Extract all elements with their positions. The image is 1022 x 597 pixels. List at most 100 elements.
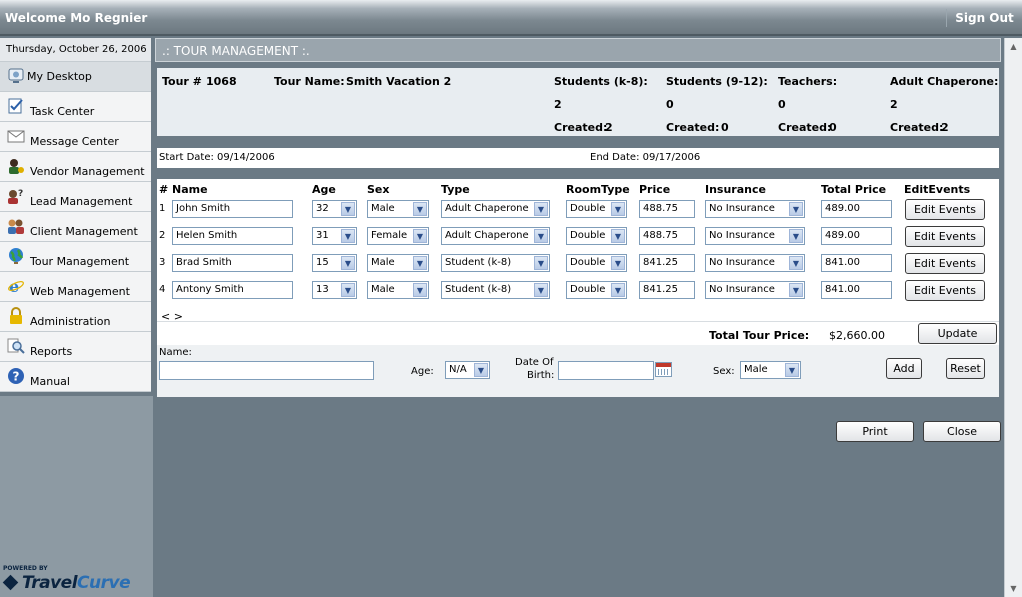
type-select[interactable]: Adult Chaperone ▼ xyxy=(441,200,550,218)
col-header-total-price: Total Price xyxy=(821,183,887,196)
calendar-icon[interactable] xyxy=(655,362,672,377)
clients-icon xyxy=(8,219,24,234)
chevron-down-icon[interactable]: ▼ xyxy=(413,229,427,243)
group-count-912: 0 xyxy=(666,98,674,111)
insurance-select[interactable]: No Insurance ▼ xyxy=(705,200,805,218)
new-name-input[interactable] xyxy=(159,361,374,380)
total-bar: Total Tour Price: $2,660.00 Update xyxy=(157,321,999,345)
edit-events-button[interactable]: Edit Events xyxy=(905,199,985,220)
sidebar-item-administration[interactable]: Administration xyxy=(0,302,151,332)
edit-events-button[interactable]: Edit Events xyxy=(905,280,985,301)
sex-select[interactable]: Male ▼ xyxy=(367,200,429,218)
chevron-down-icon[interactable]: ▼ xyxy=(341,256,355,270)
sidebar-item-my-desktop[interactable]: My Desktop xyxy=(0,62,151,92)
edit-events-button[interactable]: Edit Events xyxy=(905,253,985,274)
chevron-down-icon[interactable]: ▼ xyxy=(534,202,548,216)
type-select[interactable]: Student (k-8) ▼ xyxy=(441,254,550,272)
dob-input[interactable] xyxy=(558,361,654,380)
scroll-down-icon[interactable]: ▼ xyxy=(1007,582,1020,595)
chevron-down-icon[interactable]: ▼ xyxy=(611,229,625,243)
chevron-down-icon[interactable]: ▼ xyxy=(534,256,548,270)
sidebar-item-vendor-management[interactable]: Vendor Management xyxy=(0,152,151,182)
chevron-down-icon[interactable]: ▼ xyxy=(341,229,355,243)
chevron-down-icon[interactable]: ▼ xyxy=(474,363,488,377)
sex-select[interactable]: Male ▼ xyxy=(367,281,429,299)
name-input[interactable]: Antony Smith xyxy=(172,281,293,299)
sex-select[interactable]: Female ▼ xyxy=(367,227,429,245)
total-price-input[interactable]: 841.00 xyxy=(821,254,892,272)
age-select[interactable]: 15 ▼ xyxy=(312,254,357,272)
chevron-down-icon[interactable]: ▼ xyxy=(413,283,427,297)
insurance-value: No Insurance xyxy=(709,203,775,214)
sign-out-link[interactable]: Sign Out xyxy=(946,9,1022,27)
age-select[interactable]: 13 ▼ xyxy=(312,281,357,299)
sidebar-item-web-management[interactable]: e Web Management xyxy=(0,272,151,302)
sidebar-item-client-management[interactable]: Client Management xyxy=(0,212,151,242)
sidebar-item-task-center[interactable]: Task Center xyxy=(0,92,151,122)
lead-icon: ? xyxy=(8,189,23,204)
chevron-down-icon[interactable]: ▼ xyxy=(413,256,427,270)
name-input[interactable]: Brad Smith xyxy=(172,254,293,272)
col-header-name: Name xyxy=(172,183,208,196)
price-input[interactable]: 841.25 xyxy=(639,281,695,299)
name-input[interactable]: Helen Smith xyxy=(172,227,293,245)
page-scrollbar[interactable]: ▲ ▼ xyxy=(1004,38,1022,597)
new-age-select[interactable]: N/A ▼ xyxy=(445,361,490,379)
total-price-input[interactable]: 489.00 xyxy=(821,200,892,218)
total-price-input[interactable]: 841.00 xyxy=(821,281,892,299)
roomtype-select[interactable]: Double ▼ xyxy=(566,200,627,218)
chevron-down-icon[interactable]: ▼ xyxy=(611,283,625,297)
chevron-down-icon[interactable]: ▼ xyxy=(341,202,355,216)
reset-button[interactable]: Reset xyxy=(946,358,985,379)
price-input[interactable]: 488.75 xyxy=(639,227,695,245)
roomtype-select[interactable]: Double ▼ xyxy=(566,281,627,299)
chevron-down-icon[interactable]: ▼ xyxy=(611,202,625,216)
roomtype-select[interactable]: Double ▼ xyxy=(566,227,627,245)
sidebar: Thursday, October 26, 2006 My Desktop Ta… xyxy=(0,38,153,597)
sidebar-item-message-center[interactable]: Message Center xyxy=(0,122,151,152)
sidebar-item-label: Task Center xyxy=(30,105,95,118)
tour-name-label: Tour Name: xyxy=(274,75,345,88)
new-sex-select[interactable]: Male ▼ xyxy=(740,361,801,379)
total-tour-price-label: Total Tour Price: xyxy=(709,329,810,342)
age-select[interactable]: 32 ▼ xyxy=(312,200,357,218)
chevron-down-icon[interactable]: ▼ xyxy=(611,256,625,270)
scroll-up-icon[interactable]: ▲ xyxy=(1007,40,1020,53)
insurance-select[interactable]: No Insurance ▼ xyxy=(705,254,805,272)
update-button[interactable]: Update xyxy=(918,323,997,344)
sidebar-item-reports[interactable]: Reports xyxy=(0,332,151,362)
chevron-down-icon[interactable]: ▼ xyxy=(789,229,803,243)
roomtype-select[interactable]: Double ▼ xyxy=(566,254,627,272)
sidebar-item-manual[interactable]: ? Manual xyxy=(0,362,151,392)
insurance-select[interactable]: No Insurance ▼ xyxy=(705,227,805,245)
chevron-down-icon[interactable]: ▼ xyxy=(534,283,548,297)
name-input[interactable]: John Smith xyxy=(172,200,293,218)
task-icon xyxy=(8,98,23,114)
add-button[interactable]: Add xyxy=(886,358,922,379)
chevron-down-icon[interactable]: ▼ xyxy=(789,283,803,297)
total-price-input[interactable]: 489.00 xyxy=(821,227,892,245)
sidebar-item-lead-management[interactable]: ? Lead Management xyxy=(0,182,151,212)
chevron-down-icon[interactable]: ▼ xyxy=(789,202,803,216)
sidebar-item-tour-management[interactable]: Tour Management xyxy=(0,242,151,272)
insurance-value: No Insurance xyxy=(709,230,775,241)
new-age-value: N/A xyxy=(449,364,467,375)
edit-events-button[interactable]: Edit Events xyxy=(905,226,985,247)
chevron-down-icon[interactable]: ▼ xyxy=(785,363,799,377)
sidebar-item-label: Manual xyxy=(30,375,70,388)
price-input[interactable]: 488.75 xyxy=(639,200,695,218)
type-select[interactable]: Adult Chaperone ▼ xyxy=(441,227,550,245)
sidebar-item-label: Reports xyxy=(30,345,73,358)
chevron-down-icon[interactable]: ▼ xyxy=(413,202,427,216)
age-select[interactable]: 31 ▼ xyxy=(312,227,357,245)
type-select[interactable]: Student (k-8) ▼ xyxy=(441,281,550,299)
sex-select[interactable]: Male ▼ xyxy=(367,254,429,272)
close-button[interactable]: Close xyxy=(923,421,1001,442)
chevron-down-icon[interactable]: ▼ xyxy=(341,283,355,297)
print-button[interactable]: Print xyxy=(836,421,914,442)
col-header-sex: Sex xyxy=(367,183,390,196)
chevron-down-icon[interactable]: ▼ xyxy=(534,229,548,243)
insurance-select[interactable]: No Insurance ▼ xyxy=(705,281,805,299)
chevron-down-icon[interactable]: ▼ xyxy=(789,256,803,270)
price-input[interactable]: 841.25 xyxy=(639,254,695,272)
